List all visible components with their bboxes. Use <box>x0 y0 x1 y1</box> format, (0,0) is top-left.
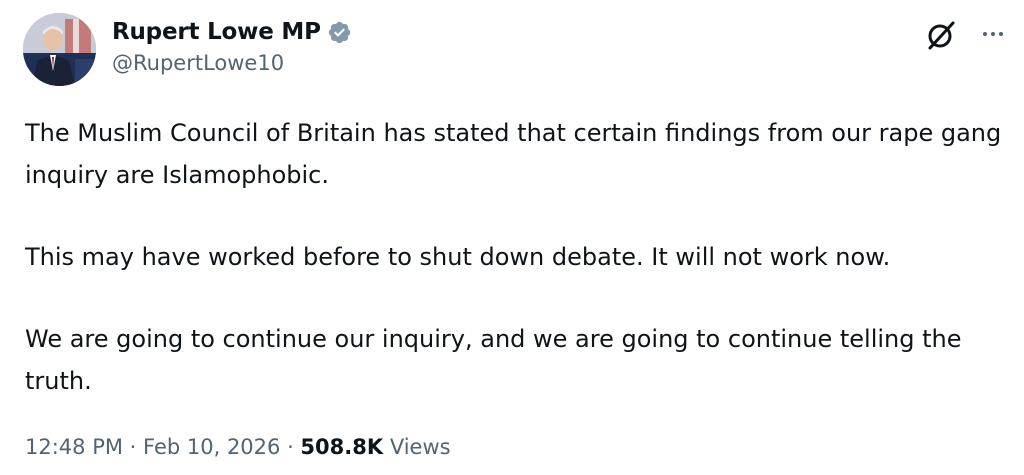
meta-separator: · <box>122 435 144 459</box>
tweet-paragraph: This may have worked before to shut down… <box>25 243 891 271</box>
author-handle[interactable]: @RupertLowe10 <box>112 51 284 75</box>
dot-icon <box>991 32 995 36</box>
tweet-date[interactable]: Feb 10, 2026 <box>143 435 280 459</box>
meta-separator: · <box>280 435 301 459</box>
verified-badge-icon[interactable] <box>327 20 352 45</box>
tweet-meta: 12:48 PM · Feb 10, 2026 · 508.8K Views <box>25 435 451 459</box>
grok-icon[interactable] <box>924 18 958 52</box>
tweet-text: The Muslim Council of Britain has stated… <box>25 112 1010 402</box>
tweet-time[interactable]: 12:48 PM <box>25 435 123 459</box>
tweet-paragraph: We are going to continue our inquiry, an… <box>25 325 962 395</box>
avatar-image <box>23 13 96 86</box>
avatar[interactable] <box>23 13 96 86</box>
views-label: Views <box>389 435 451 459</box>
author-display-name[interactable]: Rupert Lowe MP <box>112 19 321 45</box>
tweet-paragraph: The Muslim Council of Britain has stated… <box>25 119 1002 189</box>
tweet: Rupert Lowe MP @RupertLowe10 The Muslim … <box>0 0 1024 475</box>
author-name-row[interactable]: Rupert Lowe MP <box>112 15 352 49</box>
views-count[interactable]: 508.8K <box>300 435 383 459</box>
dot-icon <box>999 32 1003 36</box>
dot-icon <box>983 32 987 36</box>
more-options-icon[interactable] <box>976 22 1010 46</box>
